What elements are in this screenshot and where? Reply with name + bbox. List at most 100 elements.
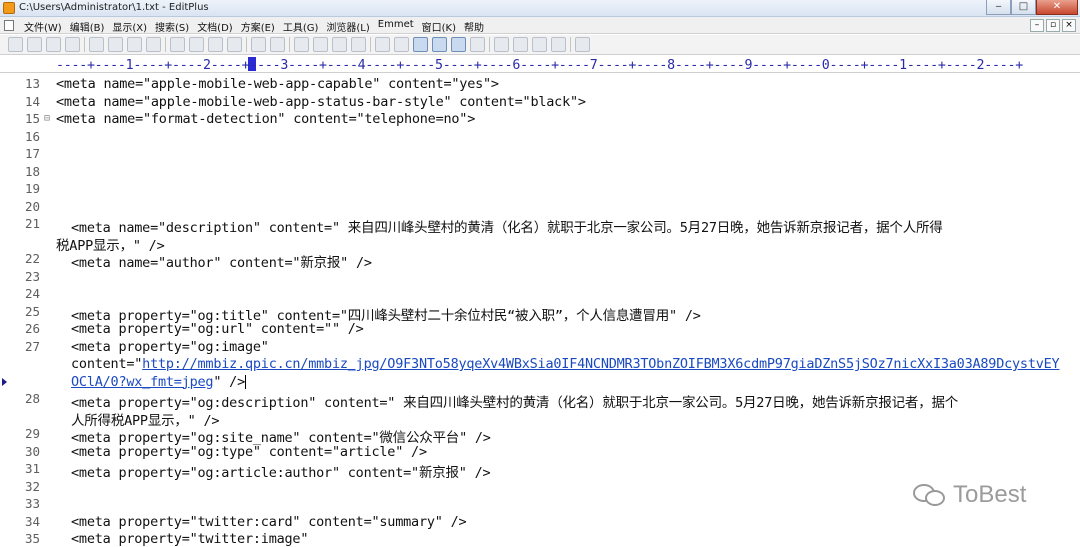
line-number-icon[interactable] xyxy=(432,37,447,52)
toolbar-separator xyxy=(84,37,85,52)
code-line-wrapped: OClA/0?wx_fmt=jpeg" /> xyxy=(71,374,246,390)
code-line: <meta property="twitter:image" xyxy=(71,531,309,547)
line-number: 28 xyxy=(24,391,40,406)
ruler-icon[interactable] xyxy=(451,37,466,52)
cut-icon[interactable] xyxy=(170,37,185,52)
line-number: 19 xyxy=(24,181,40,196)
line-number: 31 xyxy=(24,461,40,476)
toolbar-separator xyxy=(246,37,247,52)
open-folder-icon[interactable] xyxy=(27,37,42,52)
hex-view-icon[interactable] xyxy=(394,37,409,52)
line-number: 30 xyxy=(24,443,40,459)
line-number: 23 xyxy=(24,268,40,284)
tag-close: " /> xyxy=(213,373,245,390)
code-line: <meta property="og:type" content="articl… xyxy=(71,443,427,460)
word-wrap-icon[interactable] xyxy=(413,37,428,52)
line-number: 14 xyxy=(24,93,40,109)
line-number: 17 xyxy=(24,146,40,161)
code-line-wrapped: content="http://mmbiz.qpic.cn/mmbiz_jpg/… xyxy=(71,356,1060,372)
menu-bar: 文件(W) 编辑(B) 显示(X) 搜索(S) 文档(D) 方案(E) 工具(G… xyxy=(0,17,1080,34)
line-number: 27 xyxy=(24,338,40,354)
line-number: 33 xyxy=(24,496,40,511)
code-line: <meta property="og:article:author" conte… xyxy=(71,465,491,481)
current-line-marker-icon xyxy=(2,377,7,386)
minimize-button[interactable]: ‒ xyxy=(986,0,1011,15)
help-pointer-icon[interactable] xyxy=(575,37,590,52)
menu-tools[interactable]: 工具(G) xyxy=(281,19,325,34)
mdi-minimize-button[interactable]: – xyxy=(1030,19,1044,32)
line-number: 32 xyxy=(24,478,40,494)
code-line: <meta property="og:url" content="" /> xyxy=(71,321,364,337)
editplus-app-icon xyxy=(3,2,15,14)
spell-check-icon[interactable] xyxy=(127,37,142,52)
save-all-icon[interactable] xyxy=(65,37,80,52)
menu-search[interactable]: 搜索(S) xyxy=(153,19,195,34)
column-ruler: ----+----1----+----2----+----3----+----4… xyxy=(0,56,1080,73)
save-icon[interactable] xyxy=(46,37,61,52)
text-editor[interactable]: 13 14 15 ⊟ 16 17 18 19 20 21 22 23 24 25… xyxy=(0,74,1080,547)
delete-icon[interactable] xyxy=(227,37,242,52)
print-icon[interactable] xyxy=(108,37,123,52)
copy-icon[interactable] xyxy=(189,37,204,52)
line-number: 24 xyxy=(24,286,40,301)
menu-project[interactable]: 方案(E) xyxy=(239,19,281,34)
window-tile-icon[interactable] xyxy=(513,37,528,52)
mdi-close-button[interactable]: × xyxy=(1062,19,1076,32)
window-list-icon[interactable] xyxy=(532,37,547,52)
line-number: 20 xyxy=(24,198,40,214)
image-url-link-continued[interactable]: OClA/0?wx_fmt=jpeg xyxy=(71,374,214,390)
redo-icon[interactable] xyxy=(270,37,285,52)
print-preview-icon[interactable] xyxy=(89,37,104,52)
toolbar-separator xyxy=(570,37,571,52)
toolbar xyxy=(0,35,1080,55)
line-number: 18 xyxy=(24,163,40,179)
ruler-scale: ----+----1----+----2----+----3----+----4… xyxy=(56,58,1023,73)
toolbar-separator xyxy=(370,37,371,52)
close-button[interactable]: ✕ xyxy=(1036,0,1078,15)
code-line: <meta name="format-detection" content="t… xyxy=(56,111,476,127)
code-line: <meta name="author" content="新京报" /> xyxy=(71,255,372,271)
menu-edit[interactable]: 编辑(B) xyxy=(68,19,111,34)
toolbar-separator xyxy=(165,37,166,52)
directory-window-icon[interactable] xyxy=(551,37,566,52)
mdi-restore-button[interactable]: ▫ xyxy=(1046,19,1060,32)
line-number: 26 xyxy=(24,321,40,336)
settings-gear-icon[interactable] xyxy=(470,37,485,52)
find-icon[interactable] xyxy=(294,37,309,52)
toolbar-separator xyxy=(289,37,290,52)
menu-view[interactable]: 显示(X) xyxy=(110,19,153,34)
document-icon[interactable] xyxy=(4,20,14,31)
image-url-link[interactable]: http://mmbiz.qpic.cn/mmbiz_jpg/O9F3NTo58… xyxy=(142,356,1060,372)
menu-window[interactable]: 窗口(K) xyxy=(420,19,462,34)
wechat-logo-icon xyxy=(913,482,947,508)
undo-icon[interactable] xyxy=(251,37,266,52)
line-number: 21 xyxy=(24,216,40,231)
font-icon[interactable] xyxy=(375,37,390,52)
window-controls: ‒ □ ✕ xyxy=(986,0,1078,16)
find-in-files-icon[interactable] xyxy=(332,37,347,52)
text-cursor xyxy=(244,374,246,389)
browser-preview-icon[interactable] xyxy=(146,37,161,52)
maximize-button[interactable]: □ xyxy=(1011,0,1036,15)
paste-icon[interactable] xyxy=(208,37,223,52)
new-file-icon[interactable] xyxy=(8,37,23,52)
menu-help[interactable]: 帮助 xyxy=(462,19,490,34)
replace-icon[interactable] xyxy=(313,37,328,52)
toolbar-separator xyxy=(489,37,490,52)
fold-toggle-icon[interactable]: ⊟ xyxy=(44,113,50,124)
line-number: 35 xyxy=(24,531,40,546)
code-line: <meta name="apple-mobile-web-app-status-… xyxy=(56,93,586,110)
goto-line-icon[interactable] xyxy=(351,37,366,52)
window-cascade-icon[interactable] xyxy=(494,37,509,52)
menu-document[interactable]: 文档(D) xyxy=(195,19,239,34)
line-number: 15 xyxy=(24,111,40,126)
title-bar: C:\Users\Administrator\1.txt - EditPlus … xyxy=(0,0,1080,17)
menu-browser[interactable]: 浏览器(L) xyxy=(324,19,375,34)
menu-emmet[interactable]: Emmet xyxy=(376,19,420,34)
line-number: 16 xyxy=(24,128,40,144)
line-number: 25 xyxy=(24,303,40,319)
code-line: <meta name="description" content=" 来自四川峰… xyxy=(71,220,943,236)
code-line: <meta property="twitter:card" content="s… xyxy=(71,513,467,530)
watermark-text: ToBest xyxy=(953,481,1027,508)
menu-file[interactable]: 文件(W) xyxy=(22,19,68,34)
